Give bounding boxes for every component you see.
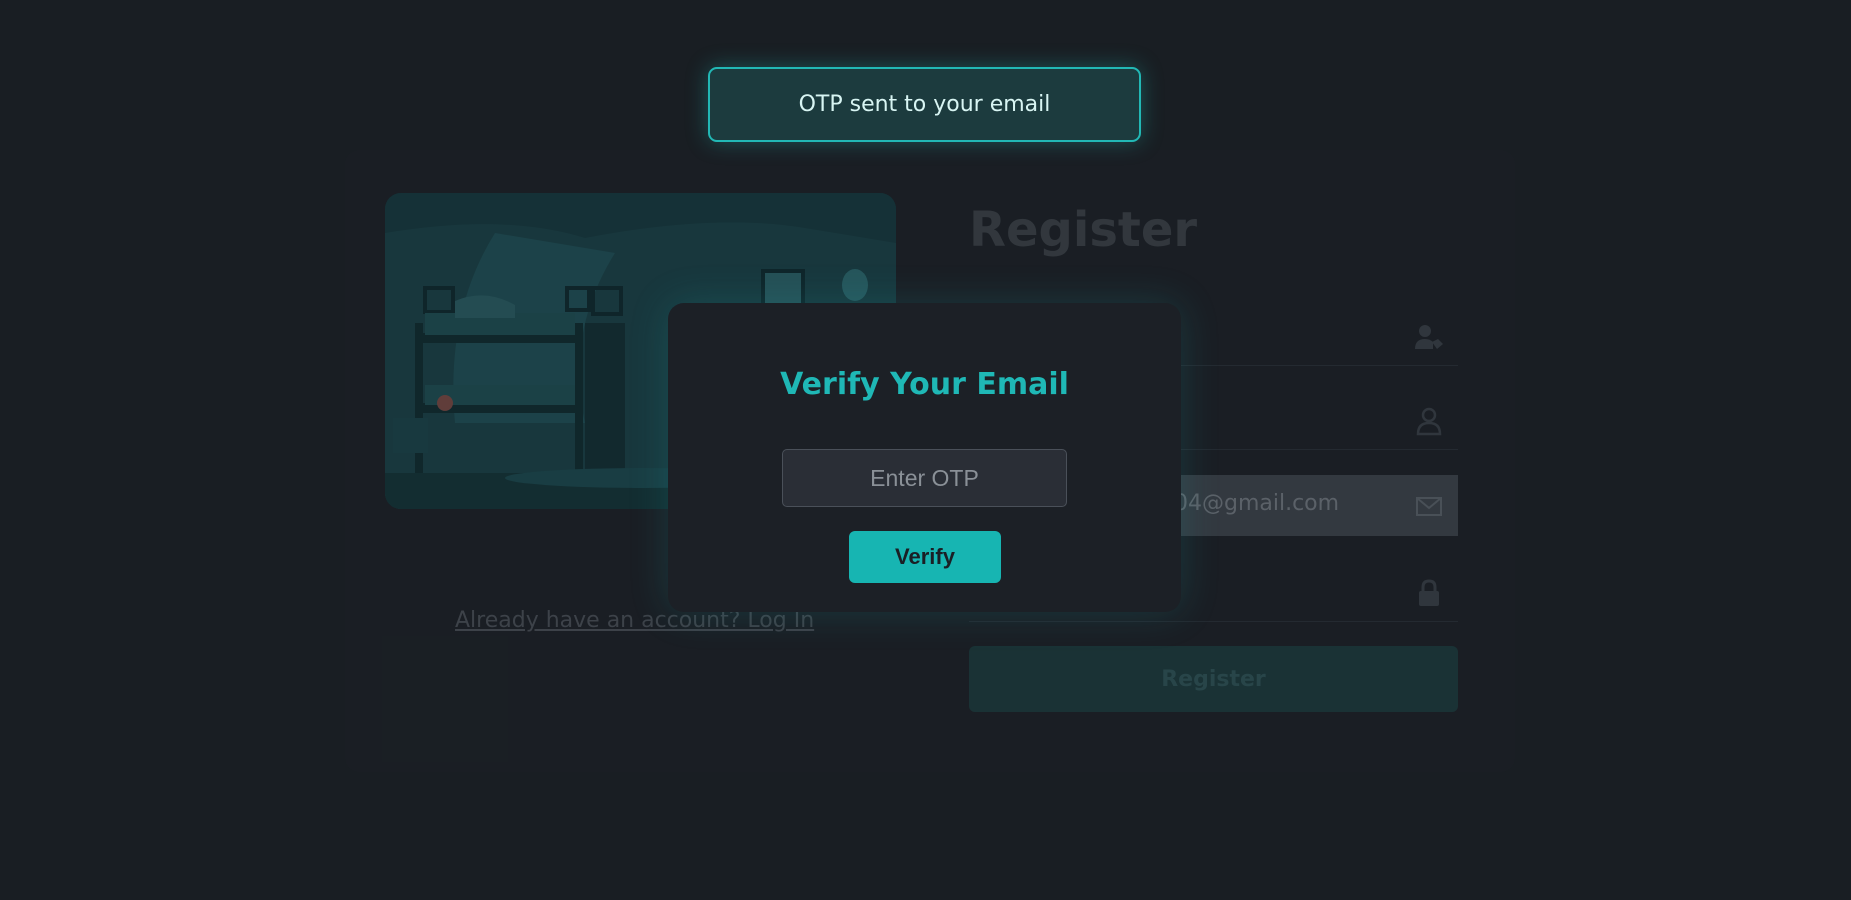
verify-email-modal: Verify Your Email Verify: [668, 303, 1181, 612]
page: Already have an account? Log In Register…: [0, 0, 1851, 900]
verify-button[interactable]: Verify: [849, 531, 1001, 583]
toast-notification: OTP sent to your email: [708, 67, 1141, 142]
modal-title: Verify Your Email: [780, 367, 1069, 402]
toast-message: OTP sent to your email: [798, 92, 1051, 117]
otp-input[interactable]: [782, 449, 1067, 507]
